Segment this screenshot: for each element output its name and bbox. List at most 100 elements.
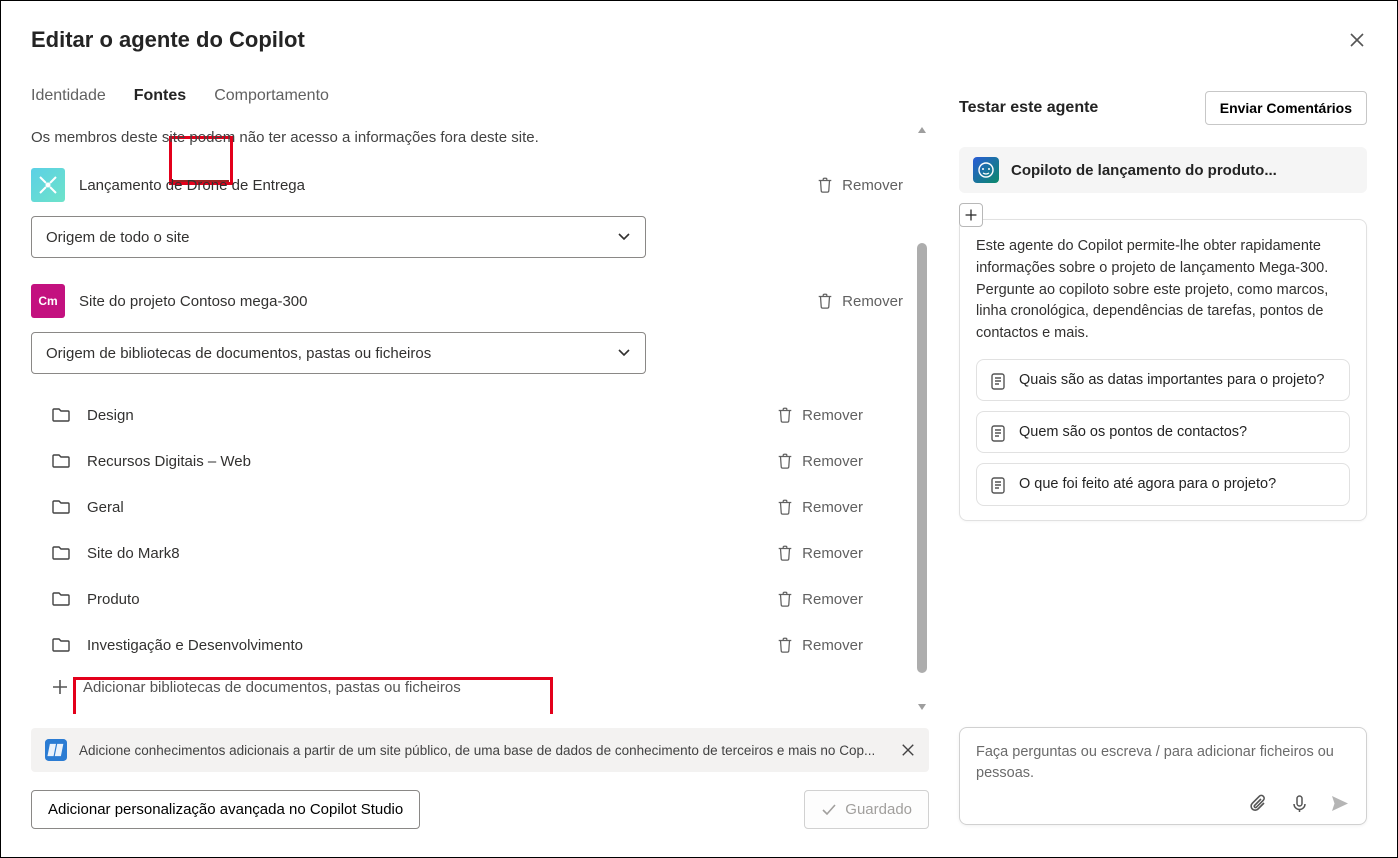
copilot-studio-icon <box>45 739 67 761</box>
agent-header: Copiloto de lançamento do produto... <box>959 147 1367 193</box>
attach-icon[interactable] <box>1250 794 1270 814</box>
remove-folder[interactable]: Remover <box>770 494 869 520</box>
agent-intro-text: Este agente do Copilot permite-lhe obter… <box>976 236 1350 345</box>
dropdown-site-scope-2[interactable]: Origem de bibliotecas de documentos, pas… <box>31 332 646 374</box>
remove-folder[interactable]: Remover <box>770 586 869 612</box>
folder-label: Investigação e Desenvolvimento <box>87 637 754 654</box>
remove-folder[interactable]: Remover <box>770 448 869 474</box>
source-site-label: Lançamento de Drone de Entrega <box>79 177 796 194</box>
folder-row: Geral Remover <box>51 484 909 530</box>
suggestion-text: O que foi feito até agora para o projeto… <box>1019 474 1276 494</box>
remove-folder[interactable]: Remover <box>770 540 869 566</box>
add-libraries-label: Adicionar bibliotecas de documentos, pas… <box>83 679 461 696</box>
agent-name: Copiloto de lançamento do produto... <box>1011 162 1353 179</box>
folder-label: Site do Mark8 <box>87 545 754 562</box>
info-bar: Adicione conhecimentos adicionais a part… <box>31 728 929 772</box>
remove-folder[interactable]: Remover <box>770 632 869 658</box>
folder-icon <box>51 405 71 425</box>
remove-label: Remover <box>802 637 863 654</box>
close-button[interactable] <box>1347 30 1367 50</box>
scrollbar[interactable] <box>915 123 929 714</box>
drone-site-icon <box>31 168 65 202</box>
remove-label: Remover <box>802 499 863 516</box>
remove-label: Remover <box>802 407 863 424</box>
folder-label: Recursos Digitais – Web <box>87 453 754 470</box>
folder-icon <box>51 543 71 563</box>
saved-status-button: Guardado <box>804 790 929 829</box>
dropdown-label: Origem de bibliotecas de documentos, pas… <box>46 345 431 362</box>
chat-input-placeholder: Faça perguntas ou escreva / para adicion… <box>976 742 1350 786</box>
remove-site-drone[interactable]: Remover <box>810 172 909 198</box>
note-icon <box>989 372 1007 390</box>
trash-icon <box>776 590 794 608</box>
remove-label: Remover <box>802 591 863 608</box>
remove-label: Remover <box>842 293 903 310</box>
agent-avatar-icon <box>973 157 999 183</box>
send-icon[interactable] <box>1330 794 1350 814</box>
saved-label: Guardado <box>845 801 912 818</box>
scrollbar-thumb[interactable] <box>917 243 927 673</box>
folder-label: Design <box>87 407 754 424</box>
folder-label: Produto <box>87 591 754 608</box>
test-agent-heading: Testar este agente <box>959 99 1098 117</box>
trash-icon <box>776 544 794 562</box>
suggestion-text: Quem são os pontos de contactos? <box>1019 422 1247 442</box>
folder-row: Investigação e Desenvolvimento Remover <box>51 622 909 668</box>
remove-label: Remover <box>842 177 903 194</box>
suggestion-3[interactable]: O que foi feito até agora para o projeto… <box>976 463 1350 505</box>
remove-label: Remover <box>802 453 863 470</box>
folder-row: Recursos Digitais – Web Remover <box>51 438 909 484</box>
scrollbar-down[interactable] <box>915 700 929 714</box>
trash-icon <box>776 498 794 516</box>
folder-row: Produto Remover <box>51 576 909 622</box>
contoso-site-icon: Cm <box>31 284 65 318</box>
suggestion-text: Quais são as datas importantes para o pr… <box>1019 370 1324 390</box>
source-site-drone: Lançamento de Drone de Entrega Remover <box>31 160 909 210</box>
folder-row: Site do Mark8 Remover <box>51 530 909 576</box>
advanced-customization-button[interactable]: Adicionar personalização avançada no Cop… <box>31 790 420 829</box>
suggestion-2[interactable]: Quem são os pontos de contactos? <box>976 411 1350 453</box>
source-site-contoso: Cm Site do projeto Contoso mega-300 Remo… <box>31 276 909 326</box>
agent-intro-card: Este agente do Copilot permite-lhe obter… <box>959 219 1367 521</box>
folder-icon <box>51 635 71 655</box>
chevron-down-icon <box>617 230 631 244</box>
scrollbar-up[interactable] <box>915 123 929 137</box>
trash-icon <box>816 292 834 310</box>
page-title: Editar o agente do Copilot <box>31 27 305 53</box>
suggestion-1[interactable]: Quais são as datas importantes para o pr… <box>976 359 1350 401</box>
note-icon <box>989 476 1007 494</box>
folder-row: Design Remover <box>51 392 909 438</box>
remove-label: Remover <box>802 545 863 562</box>
tab-sources[interactable]: Fontes <box>134 87 186 115</box>
trash-icon <box>776 452 794 470</box>
trash-icon <box>776 406 794 424</box>
send-feedback-button[interactable]: Enviar Comentários <box>1205 91 1367 125</box>
source-site-label: Site do projeto Contoso mega-300 <box>79 293 796 310</box>
chevron-down-icon <box>617 346 631 360</box>
folder-icon <box>51 589 71 609</box>
trash-icon <box>776 636 794 654</box>
folder-icon <box>51 497 71 517</box>
add-libraries-button[interactable]: Adicionar bibliotecas de documentos, pas… <box>45 668 909 706</box>
info-bar-text: Adicione conhecimentos adicionais a part… <box>79 743 889 758</box>
mic-icon[interactable] <box>1290 794 1310 814</box>
plus-icon <box>964 208 978 222</box>
note-icon <box>989 424 1007 442</box>
info-bar-close[interactable] <box>901 743 915 757</box>
tab-identity[interactable]: Identidade <box>31 87 106 115</box>
dropdown-label: Origem de todo o site <box>46 229 189 246</box>
chat-input[interactable]: Faça perguntas ou escreva / para adicion… <box>959 727 1367 825</box>
remove-site-contoso[interactable]: Remover <box>810 288 909 314</box>
check-icon <box>821 802 837 818</box>
folder-list: Design Remover Recursos Digitais – Web R… <box>31 392 909 668</box>
folder-label: Geral <box>87 499 754 516</box>
folder-icon <box>51 451 71 471</box>
remove-folder[interactable]: Remover <box>770 402 869 428</box>
sources-note: Os membros deste site podem não ter aces… <box>31 129 909 146</box>
dropdown-site-scope-1[interactable]: Origem de todo o site <box>31 216 646 258</box>
tab-behavior[interactable]: Comportamento <box>214 87 329 115</box>
plus-icon <box>51 678 69 696</box>
tabs: Identidade Fontes Comportamento <box>31 87 929 115</box>
trash-icon <box>816 176 834 194</box>
add-to-chat-button[interactable] <box>959 203 983 227</box>
